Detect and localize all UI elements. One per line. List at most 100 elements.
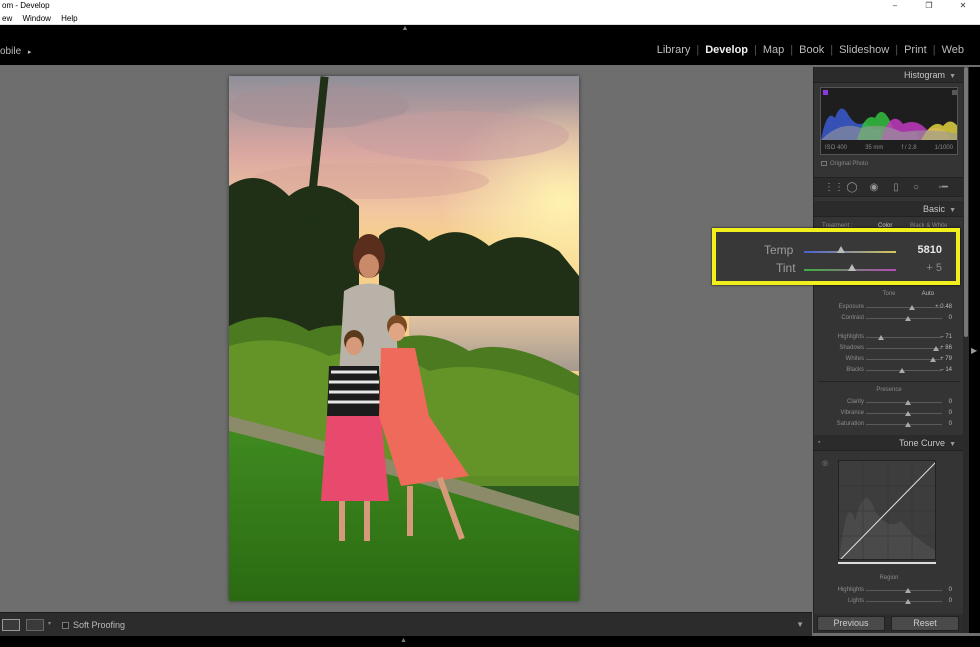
slider-curve-lights[interactable]: Lights 0 (814, 596, 964, 607)
previous-button[interactable]: Previous (817, 616, 885, 631)
slider-value[interactable]: 0 (949, 587, 952, 593)
tone-curve-header[interactable]: ▪ Tone Curve ▼ (814, 435, 964, 451)
crop-tool-icon[interactable]: ◯ (846, 182, 858, 194)
scroll-thumb[interactable] (964, 67, 968, 337)
before-after-button[interactable] (26, 619, 44, 631)
view-dropdown-icon[interactable]: ▾ (48, 620, 51, 627)
slider-track (866, 307, 942, 308)
slider-knob[interactable] (908, 305, 915, 310)
close-button[interactable]: ✕ (946, 0, 980, 12)
radial-filter-icon[interactable]: ○ (910, 182, 922, 194)
toolbar-menu-icon[interactable]: ▼ (796, 620, 804, 629)
slider-knob[interactable] (899, 368, 906, 373)
module-web[interactable]: Web (936, 44, 970, 56)
slider-value[interactable]: 0 (949, 315, 952, 321)
slider-track (866, 348, 942, 349)
temp-value[interactable]: 5810 (918, 244, 942, 256)
module-slideshow[interactable]: Slideshow (833, 44, 895, 56)
tool-strip: ⋮⋮ ◯ ◉ ▯ ○ ◦━ (814, 177, 964, 197)
module-library[interactable]: Library (651, 44, 697, 56)
slider-label: Highlights (837, 587, 864, 593)
exif-shutter: 1/1000 (934, 145, 953, 151)
exif-aperture: f / 2.8 (901, 145, 917, 151)
brush-tool-icon[interactable]: ◦━ (932, 182, 954, 194)
slider-value[interactable]: 0 (949, 399, 952, 405)
reset-button[interactable]: Reset (891, 616, 959, 631)
exif-iso: ISO 400 (825, 145, 848, 151)
slider-value[interactable]: 0 (949, 421, 952, 427)
tone-curve-title: Tone Curve (899, 438, 946, 448)
temp-slider-knob[interactable] (836, 246, 845, 253)
tint-value[interactable]: + 5 (926, 262, 942, 274)
slider-knob[interactable] (904, 411, 911, 416)
slider-label: Shadows (839, 345, 864, 351)
module-develop[interactable]: Develop (699, 44, 754, 56)
image-canvas[interactable] (0, 67, 812, 610)
slider-value[interactable]: + 86 (940, 345, 952, 351)
restore-button[interactable]: ❐ (912, 0, 946, 12)
menu-window[interactable]: Window (22, 12, 50, 25)
spot-removal-icon[interactable]: ◉ (868, 182, 880, 194)
right-panel-edge: ▶ (969, 67, 980, 633)
slider-value[interactable]: + 0.48 (935, 304, 952, 310)
photo-preview[interactable] (229, 76, 579, 601)
slider-knob[interactable] (904, 599, 911, 604)
identity-plate[interactable]: obile ▸ (0, 46, 31, 57)
module-map[interactable]: Map (757, 44, 790, 56)
menu-help[interactable]: Help (61, 12, 77, 25)
tone-subhead: Tone Auto (814, 291, 964, 297)
section-divider (818, 381, 960, 382)
right-panel: Histogram ▼ ISO 400 35 mm f / 2.8 1/1000 … (813, 67, 964, 633)
slider-value[interactable]: – 14 (940, 367, 952, 373)
histogram-exif: ISO 400 35 mm f / 2.8 1/1000 (825, 145, 953, 151)
menu-view[interactable]: ew (2, 12, 12, 25)
photo-illustration (229, 76, 579, 601)
tone-curve-svg (839, 461, 935, 559)
slider-curve-highlights[interactable]: Highlights 0 (814, 585, 964, 596)
minimize-button[interactable]: – (878, 0, 912, 12)
slider-value[interactable]: 0 (949, 410, 952, 416)
target-adjust-icon[interactable]: ◎ (822, 459, 828, 467)
slider-contrast[interactable]: Contrast 0 (814, 313, 964, 324)
slider-shadows[interactable]: Shadows + 86 (814, 343, 964, 354)
slider-value[interactable]: – 71 (940, 334, 952, 340)
slider-exposure[interactable]: Exposure + 0.48 (814, 302, 964, 313)
slider-clarity[interactable]: Clarity 0 (814, 397, 964, 408)
slider-whites[interactable]: Whites + 79 (814, 354, 964, 365)
panel-buttons: Previous Reset (813, 614, 963, 633)
grid-overlay-icon[interactable]: ⋮⋮ (824, 182, 844, 194)
module-book[interactable]: Book (793, 44, 830, 56)
slider-value[interactable]: + 79 (940, 356, 952, 362)
temp-slider-track[interactable] (804, 251, 896, 253)
auto-button[interactable]: Auto (922, 291, 934, 297)
histogram[interactable]: ISO 400 35 mm f / 2.8 1/1000 (820, 87, 958, 155)
slider-knob[interactable] (904, 316, 911, 321)
right-panel-collapse-icon[interactable]: ▶ (971, 346, 977, 355)
slider-value[interactable]: 0 (949, 598, 952, 604)
identity-label: obile (0, 46, 22, 57)
slider-knob[interactable] (929, 357, 936, 362)
basic-header[interactable]: Basic ▼ (814, 201, 964, 217)
slider-vibrance[interactable]: Vibrance 0 (814, 408, 964, 419)
slider-knob[interactable] (904, 422, 911, 427)
exif-focal: 35 mm (865, 145, 884, 151)
slider-knob[interactable] (932, 346, 939, 351)
slider-knob[interactable] (878, 335, 885, 340)
slider-knob[interactable] (904, 400, 911, 405)
slider-blacks[interactable]: Blacks – 14 (814, 365, 964, 376)
histogram-header[interactable]: Histogram ▼ (814, 67, 964, 83)
slider-highlights[interactable]: Highlights – 71 (814, 332, 964, 343)
red-eye-icon[interactable]: ▯ (890, 182, 902, 194)
loupe-view-button[interactable] (2, 619, 20, 631)
soft-proofing-toggle[interactable]: Soft Proofing (62, 620, 125, 630)
tint-slider-knob[interactable] (847, 264, 856, 271)
bottom-panel-collapse-icon[interactable]: ▲ (400, 637, 407, 644)
original-photo-toggle[interactable]: Original Photo (821, 161, 868, 167)
original-photo-label: Original Photo (830, 161, 869, 168)
slider-knob[interactable] (904, 588, 911, 593)
top-panel-collapse-icon[interactable]: ▲ (400, 25, 410, 33)
module-print[interactable]: Print (898, 44, 933, 56)
slider-saturation[interactable]: Saturation 0 (814, 419, 964, 430)
tone-curve-graph[interactable] (838, 460, 936, 560)
panel-switch-icon[interactable]: ▪ (818, 435, 820, 451)
